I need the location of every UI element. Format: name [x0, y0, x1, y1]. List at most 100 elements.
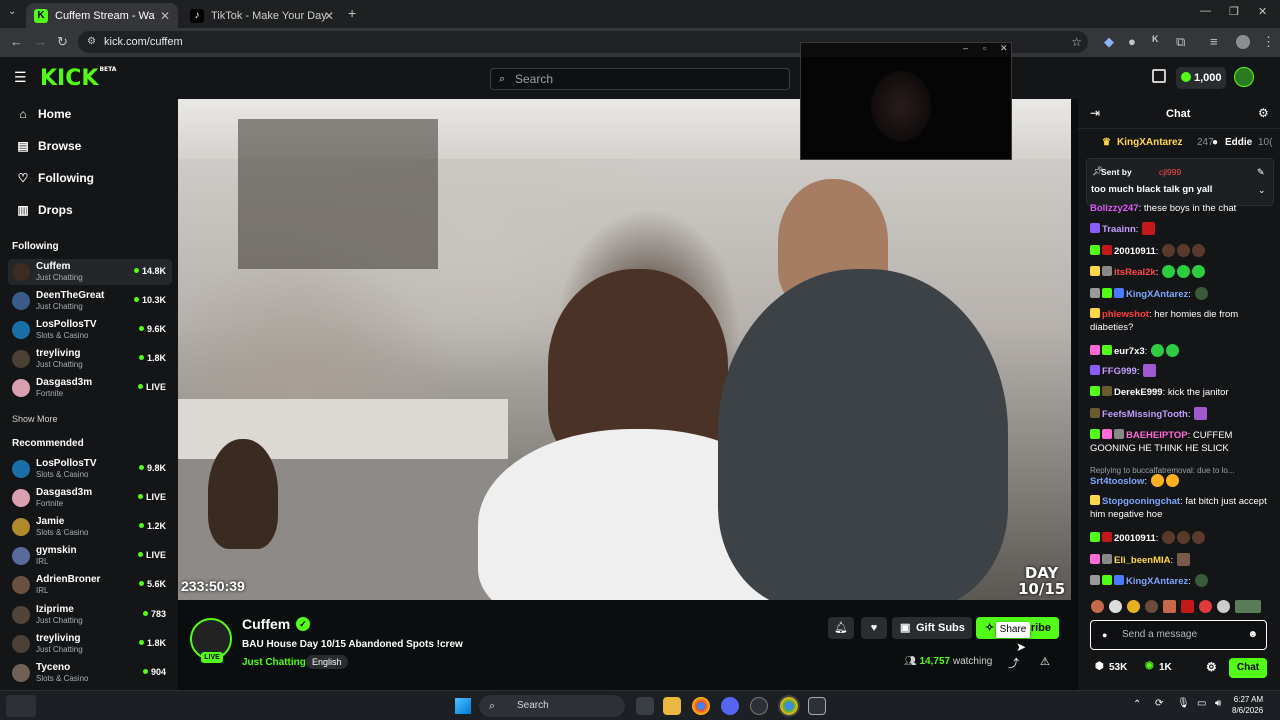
- chevron-down-icon[interactable]: ⌄: [1258, 185, 1266, 196]
- pinned-user[interactable]: cjl999: [1159, 167, 1181, 177]
- discord-icon[interactable]: [721, 697, 739, 715]
- taskbar-search[interactable]: ⌕ Search: [479, 695, 625, 717]
- extension-icon[interactable]: ◆: [1104, 34, 1114, 50]
- app-icon[interactable]: [750, 697, 768, 715]
- chrome-icon[interactable]: [778, 695, 800, 717]
- video-player[interactable]: [178, 99, 1071, 600]
- bookmark-star-icon[interactable]: ☆: [1071, 31, 1082, 53]
- volume-icon[interactable]: 🔊︎: [1215, 698, 1221, 709]
- new-tab-icon[interactable]: +: [348, 5, 356, 21]
- sidebar-channel-dasgasd3m[interactable]: Dasgasd3m Fortnite LIVE: [8, 375, 172, 401]
- close-icon[interactable]: ✕: [1000, 43, 1008, 54]
- nav-drops[interactable]: ▥ Drops: [16, 200, 72, 220]
- send-chat-button[interactable]: Chat: [1229, 658, 1267, 678]
- close-tab-icon[interactable]: ✕: [160, 9, 170, 23]
- sidebar-channel-cuffem[interactable]: Cuffem Just Chatting 14.8K: [8, 259, 172, 285]
- gift-subs-button[interactable]: ▣ Gift Subs: [892, 617, 972, 639]
- nav-home[interactable]: ⌂ Home: [16, 104, 71, 124]
- sidebar-channel-adrienbroner[interactable]: AdrienBroner IRL 5.6K: [8, 572, 172, 598]
- sidebar-channel-gymskin[interactable]: gymskin IRL LIVE: [8, 543, 172, 569]
- sidebar-channel-deenthegreat[interactable]: DeenTheGreat Just Chatting 10.3K: [8, 288, 172, 314]
- emote[interactable]: [1235, 600, 1261, 613]
- reading-list-icon[interactable]: ≡: [1210, 34, 1218, 49]
- channel-avatar[interactable]: LIVE: [190, 618, 232, 663]
- reload-icon[interactable]: ↻: [57, 34, 68, 50]
- extensions-puzzle-icon[interactable]: ⧉: [1176, 34, 1185, 50]
- chrome-icon[interactable]: [692, 697, 710, 715]
- sync-icon[interactable]: ⟳: [1155, 698, 1163, 709]
- unpin-icon[interactable]: ✎: [1257, 167, 1265, 178]
- search-icon: ⌕: [489, 700, 496, 712]
- hamburger-menu-icon[interactable]: ☰: [14, 69, 27, 86]
- chevron-up-icon[interactable]: ⌃: [1133, 699, 1141, 710]
- user-avatar[interactable]: [1234, 67, 1254, 87]
- app-icon[interactable]: [808, 697, 826, 715]
- tab-tiktok[interactable]: ♪ TikTok - Make Your Day ✕: [182, 3, 342, 28]
- emote[interactable]: [1181, 600, 1194, 613]
- extension-icon[interactable]: K: [1152, 34, 1159, 44]
- category-link[interactable]: Just Chatting: [242, 657, 306, 668]
- top-gifter-name[interactable]: Eddie: [1225, 137, 1252, 148]
- emote[interactable]: [1145, 600, 1158, 613]
- emote[interactable]: [1091, 600, 1104, 613]
- emote[interactable]: [1199, 600, 1212, 613]
- profile-avatar[interactable]: [1236, 35, 1250, 49]
- collapse-chat-icon[interactable]: ⇥: [1090, 106, 1100, 120]
- sidebar-channel-iziprime[interactable]: Iziprime Just Chatting 783: [8, 602, 172, 628]
- notification-bell-button[interactable]: 🔔︎: [828, 617, 854, 639]
- pinned-message[interactable]: 📌︎ Sent by cjl999 too much black talk gn…: [1086, 158, 1274, 206]
- emote[interactable]: [1127, 600, 1140, 613]
- kicks-count[interactable]: 1K: [1159, 662, 1172, 673]
- tab-list-icon[interactable]: ⌄: [8, 6, 16, 17]
- background-cabinet: [238, 119, 438, 269]
- channel-name[interactable]: Cuffem: [242, 616, 290, 632]
- nav-following[interactable]: ♡ Following: [16, 168, 94, 188]
- sidebar-channel-lospollostv[interactable]: LosPollosTV Slots & Casino 9.6K: [8, 317, 172, 343]
- microphone-icon[interactable]: 🎙︎: [1177, 698, 1190, 709]
- task-view-icon[interactable]: [636, 697, 654, 715]
- kicks-balance[interactable]: 1,000: [1176, 67, 1226, 89]
- site-info-icon[interactable]: ⚙: [87, 31, 96, 53]
- sidebar-channel-jamie[interactable]: Jamie Slots & Casino 1.2K: [8, 514, 172, 540]
- show-more-link[interactable]: Show More: [12, 414, 58, 424]
- sidebar-channel-dasgasd3m[interactable]: Dasgasd3m Fortnite LIVE: [8, 485, 172, 511]
- file-explorer-icon[interactable]: [663, 697, 681, 715]
- maximize-icon[interactable]: ▫: [983, 43, 986, 53]
- tab-cuffem[interactable]: K Cuffem Stream - Watch Live ✕: [26, 3, 178, 28]
- widgets-icon[interactable]: [6, 695, 36, 717]
- extension-icon[interactable]: ●: [1128, 34, 1136, 49]
- top-gifter-name[interactable]: KingXAntarez: [1117, 137, 1183, 148]
- sidebar-channel-tyceno[interactable]: Tyceno Slots & Casino 904: [8, 660, 172, 686]
- layout-icon[interactable]: [1152, 69, 1166, 83]
- follow-button[interactable]: ♥: [861, 617, 887, 639]
- chat-message-input[interactable]: ● Send a message ☻: [1090, 620, 1267, 650]
- emote[interactable]: [1109, 600, 1122, 613]
- back-icon[interactable]: ←: [10, 34, 23, 49]
- settings-gear-icon[interactable]: ⚙: [1206, 660, 1217, 674]
- close-window-icon[interactable]: ✕: [1258, 5, 1267, 18]
- sidebar-channel-treyliving[interactable]: treyliving Just Chatting 1.8K: [8, 346, 172, 372]
- sidebar-channel-treyliving[interactable]: treyliving Just Chatting 1.8K: [8, 631, 172, 657]
- menu-kebab-icon[interactable]: ⋮: [1262, 34, 1275, 50]
- emote[interactable]: [1217, 600, 1230, 613]
- pip-window[interactable]: – ▫ ✕: [800, 42, 1012, 160]
- system-clock[interactable]: 6:27 AM 8/6/2026: [1232, 694, 1263, 716]
- search-input[interactable]: ⌕ Search: [490, 68, 790, 90]
- emoji-icon[interactable]: ☻: [1247, 621, 1258, 649]
- display-icon[interactable]: ▭: [1197, 698, 1206, 709]
- minimize-icon[interactable]: —: [1200, 5, 1211, 17]
- channel-points[interactable]: 53K: [1109, 662, 1127, 673]
- language-tag[interactable]: English: [306, 655, 348, 669]
- nav-browse[interactable]: ▤ Browse: [16, 136, 81, 156]
- emote[interactable]: [1163, 600, 1176, 613]
- chat-users-icon[interactable]: ⚙: [1258, 106, 1269, 120]
- report-icon[interactable]: ⚠: [1040, 655, 1050, 668]
- kick-logo[interactable]: KICKBETA: [40, 66, 116, 91]
- minimize-icon[interactable]: –: [963, 43, 968, 53]
- forward-icon[interactable]: →: [34, 34, 47, 49]
- close-tab-icon[interactable]: ✕: [324, 9, 334, 23]
- share-icon[interactable]: ⤴: [1008, 655, 1019, 671]
- maximize-icon[interactable]: ❐: [1229, 5, 1239, 18]
- sidebar-channel-lospollostv[interactable]: LosPollosTV Slots & Casino 9.8K: [8, 456, 172, 482]
- windows-start-icon[interactable]: [455, 698, 471, 714]
